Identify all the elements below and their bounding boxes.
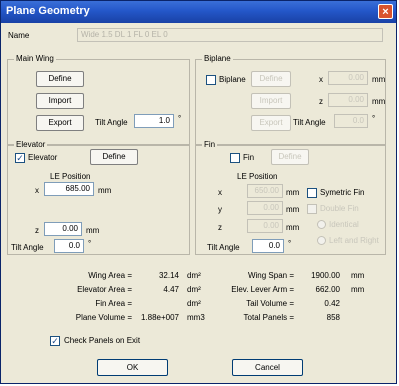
identical-radio[interactable] [317,220,326,229]
main-wing-import-button[interactable]: Import [36,93,84,109]
biplane-x-label: x [319,75,323,84]
fin-check-label: Fin [243,153,255,162]
elevator-le-position-label: LE Position [50,172,91,181]
elevator-area-label: Elevator Area = [77,285,132,294]
main-wing-tilt-input[interactable]: 1.0 [134,114,174,128]
elevator-define-button[interactable]: Define [90,149,138,165]
elevator-x-label: x [35,186,39,195]
fin-y-label: y [218,205,222,214]
fin-tilt-label: Tilt Angle [207,243,240,252]
check-panels-label: Check Panels on Exit [64,336,141,345]
fin-x-input[interactable]: 650.00 [247,184,283,198]
fin-x-unit: mm [286,188,300,197]
total-panels-value: 858 [326,313,340,322]
elevator-area-value: 4.47 [163,285,179,294]
wing-span-value: 1900.00 [311,271,340,280]
plane-volume-value: 1.88e+007 [140,313,179,322]
biplane-export-button[interactable]: Export [251,115,291,131]
plane-volume-label: Plane Volume = [75,313,132,322]
fin-x-label: x [218,188,222,197]
symetric-fin-label: Symetric Fin [320,188,365,197]
double-fin-checkbox[interactable] [307,204,317,214]
elevator-check-label: Elevator [28,153,58,162]
biplane-title: Biplane [202,54,233,63]
degree-unit: ° [288,239,292,248]
symetric-fin-checkbox[interactable] [307,188,317,198]
wing-area-value: 32.14 [158,271,179,280]
biplane-define-button[interactable]: Define [251,71,291,87]
biplane-x-input[interactable]: 0.00 [328,71,368,85]
fin-title: Fin [202,140,218,149]
name-field[interactable]: Wide 1.5 DL 1 FL 0 EL 0 [77,28,383,42]
main-wing-define-button[interactable]: Define [36,71,84,87]
double-fin-label: Double Fin [320,204,359,213]
wing-span-unit: mm [351,271,365,280]
elevator-tilt-input[interactable]: 0.0 [54,239,84,253]
fin-checkbox[interactable] [230,153,240,163]
biplane-x-unit: mm [372,75,386,84]
fin-define-button[interactable]: Define [271,149,309,165]
biplane-z-input[interactable]: 0.00 [328,93,368,107]
main-wing-group: Main Wing [7,54,190,145]
total-panels-label: Total Panels = [243,313,294,322]
elev-lever-arm-unit: mm [351,285,365,294]
fin-area-label: Fin Area = [95,299,132,308]
elev-lever-arm-value: 662.00 [315,285,340,294]
elevator-tilt-label: Tilt Angle [11,243,44,252]
tail-volume-label: Tail Volume = [246,299,294,308]
identical-label: Identical [329,220,359,229]
elevator-checkbox[interactable]: ✓ [15,153,25,163]
main-wing-export-button[interactable]: Export [36,115,84,131]
fin-tilt-input[interactable]: 0.0 [252,239,284,253]
name-label: Name [8,31,30,40]
biplane-import-button[interactable]: Import [251,93,291,109]
elevator-x-unit: mm [98,186,112,195]
degree-unit: ° [178,114,182,123]
biplane-z-label: z [319,97,323,106]
biplane-tilt-label: Tilt Angle [293,118,326,127]
biplane-tilt-input[interactable]: 0.0 [334,114,368,128]
plane-geometry-dialog: Plane Geometry × Name Wide 1.5 DL 1 FL 0… [0,0,397,384]
close-button[interactable]: × [378,4,393,19]
elevator-z-label: z [35,226,39,235]
degree-unit: ° [372,114,376,123]
biplane-check-label: Biplane [219,75,246,84]
left-and-right-label: Left and Right [329,236,379,245]
fin-y-unit: mm [286,205,300,214]
fin-y-input[interactable]: 0.00 [247,201,283,215]
elevator-z-input[interactable]: 0.00 [44,222,82,236]
fin-le-position-label: LE Position [237,172,278,181]
wing-area-label: Wing Area = [88,271,132,280]
left-and-right-radio[interactable] [317,236,326,245]
title-bar[interactable]: Plane Geometry × [1,1,396,23]
cancel-button[interactable]: Cancel [232,359,303,376]
fin-z-label: z [218,223,222,232]
elevator-x-input[interactable]: 685.00 [44,182,94,196]
degree-unit: ° [88,239,92,248]
biplane-checkbox[interactable] [206,75,216,85]
main-wing-tilt-label: Tilt Angle [95,118,128,127]
plane-volume-unit: mm3 [187,313,205,322]
elev-lever-arm-label: Elev. Lever Arm = [231,285,294,294]
elevator-z-unit: mm [86,226,100,235]
elevator-title: Elevator [14,140,48,149]
check-panels-checkbox[interactable]: ✓ [50,336,60,346]
wing-area-unit: dm² [187,271,201,280]
wing-span-label: Wing Span = [247,271,294,280]
fin-z-input[interactable]: 0.00 [247,219,283,233]
main-wing-title: Main Wing [14,54,56,63]
tail-volume-value: 0.42 [324,299,340,308]
ok-button[interactable]: OK [97,359,168,376]
window-title: Plane Geometry [6,5,90,17]
fin-z-unit: mm [286,223,300,232]
elevator-area-unit: dm² [187,285,201,294]
fin-area-unit: dm² [187,299,201,308]
biplane-z-unit: mm [372,97,386,106]
